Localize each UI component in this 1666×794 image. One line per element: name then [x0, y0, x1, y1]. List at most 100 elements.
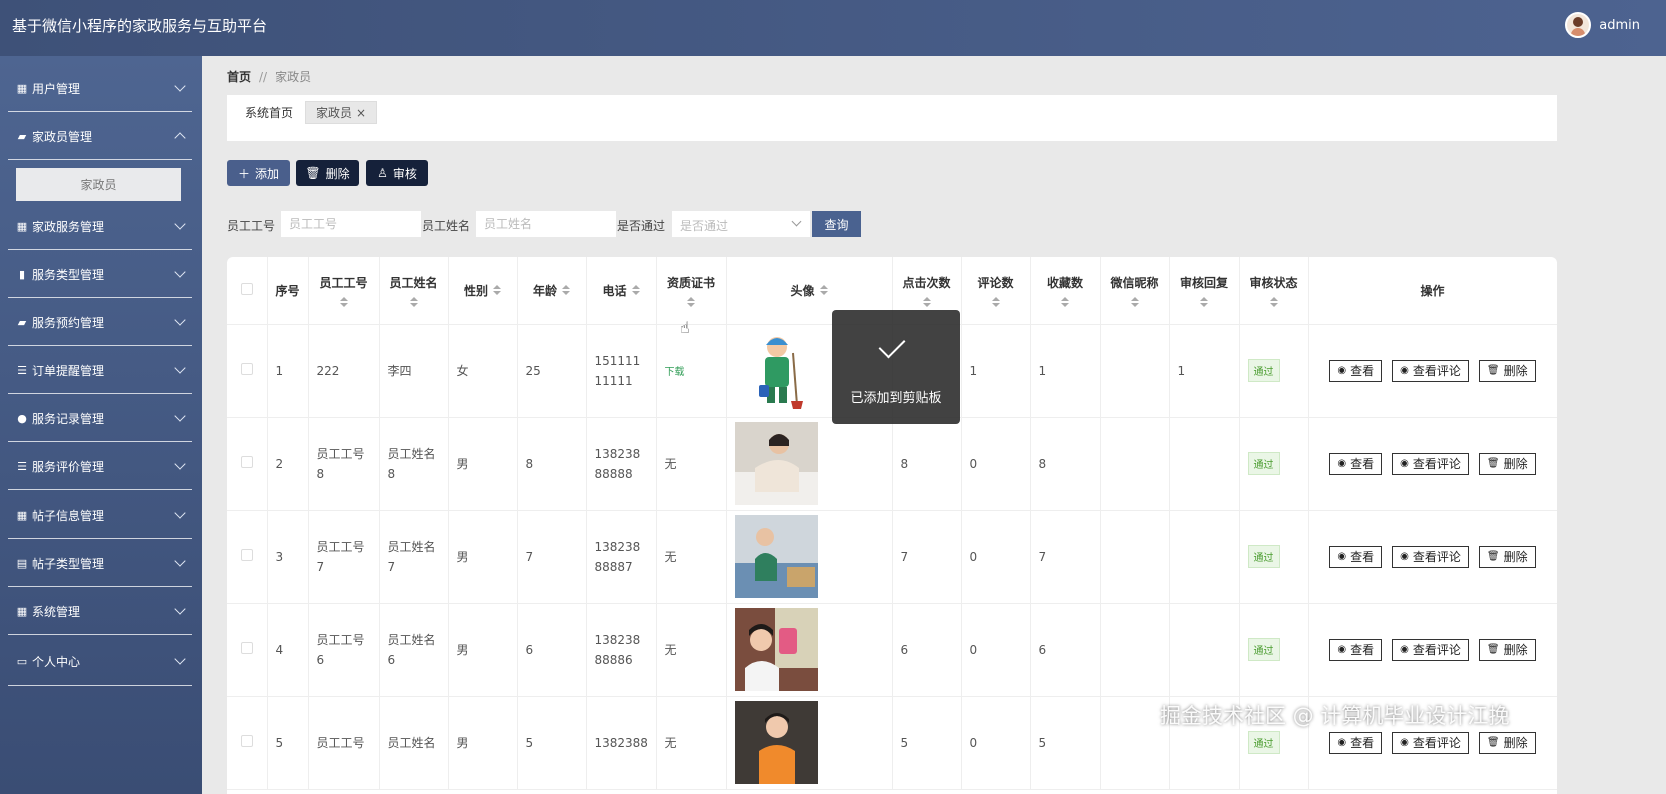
cell-comments: 0 — [961, 417, 1031, 511]
sidebar-item-service-management[interactable]: ▦ 家政服务管理 — [0, 202, 202, 250]
tab-housekeeper[interactable]: 家政员 × — [305, 101, 378, 124]
header-wechat-nick[interactable]: 微信昵称 — [1100, 257, 1170, 325]
sort-icon[interactable] — [1269, 296, 1278, 307]
row-select-cell — [227, 324, 268, 418]
sidebar-item-label: 帖子类型管理 — [32, 556, 105, 571]
view-comments-button[interactable]: ◉ 查看评论 — [1392, 638, 1469, 661]
employee-no-input[interactable] — [281, 211, 421, 237]
audit-button[interactable]: ♙ 审核 — [366, 160, 428, 186]
breadcrumb-home[interactable]: 首页 — [227, 68, 251, 85]
row-checkbox[interactable] — [240, 735, 253, 747]
header-label: 审核回复 — [1179, 275, 1228, 290]
header-favorites[interactable]: 收藏数 — [1030, 257, 1101, 325]
row-checkbox[interactable] — [240, 549, 253, 561]
sort-icon[interactable] — [339, 296, 348, 307]
sort-icon[interactable] — [493, 285, 501, 296]
row-delete-button[interactable]: 🗑 删除 — [1478, 452, 1536, 475]
sidebar-item-post-info-management[interactable]: ▦ 帖子信息管理 — [0, 491, 202, 539]
sort-icon[interactable] — [631, 285, 640, 296]
user-menu[interactable]: admin — [1565, 12, 1640, 38]
sort-icon[interactable] — [1200, 296, 1208, 307]
toast-message: 已添加到剪贴板 — [850, 391, 942, 406]
username[interactable]: admin — [1599, 18, 1640, 33]
sidebar-subitem-housekeeper[interactable]: 家政员 — [16, 168, 181, 201]
row-checkbox[interactable] — [240, 642, 253, 654]
add-button[interactable]: ＋ 添加 — [227, 160, 290, 186]
view-comments-button[interactable]: ◉ 查看评论 — [1392, 452, 1469, 475]
sliders-icon: ☰ — [17, 363, 27, 377]
employee-name-input[interactable] — [476, 211, 616, 237]
avatar-photo[interactable] — [734, 422, 818, 505]
sort-icon[interactable] — [1061, 296, 1069, 307]
delete-button[interactable]: 🗑 删除 — [296, 160, 359, 186]
header-employee-no[interactable]: 员工工号 — [308, 257, 380, 325]
header-phone[interactable]: 电话 — [586, 257, 657, 325]
view-button[interactable]: ◉ 查看 — [1329, 359, 1383, 382]
header-comments[interactable]: 评论数 — [961, 257, 1031, 325]
view-button[interactable]: ◉ 查看 — [1329, 638, 1383, 661]
header-actions: 操作 — [1308, 257, 1557, 325]
row-checkbox[interactable] — [240, 456, 253, 468]
view-comments-button[interactable]: ◉ 查看评论 — [1392, 731, 1469, 754]
chevron-down-icon — [174, 507, 186, 519]
sidebar-item-post-type-management[interactable]: ▤ 帖子类型管理 — [0, 539, 202, 587]
trash-icon: 🗑 — [1486, 551, 1500, 562]
sidebar-item-service-type-management[interactable]: ▮ 服务类型管理 — [0, 250, 202, 298]
avatar-photo[interactable] — [734, 701, 818, 784]
header-audit-reply[interactable]: 审核回复 — [1169, 257, 1240, 325]
cell-favorites: 5 — [1030, 696, 1101, 790]
cell-employee-name: 李四 — [379, 324, 449, 418]
trash-icon: 🗑 — [1486, 644, 1500, 655]
view-comments-button[interactable]: ◉ 查看评论 — [1392, 545, 1469, 568]
row-delete-button[interactable]: 🗑 删除 — [1478, 731, 1536, 754]
header-gender[interactable]: 性别 — [448, 257, 518, 325]
sidebar-item-label: 订单提醒管理 — [32, 363, 105, 378]
tab-home[interactable]: 系统首页 — [235, 101, 303, 124]
row-select-cell — [227, 696, 268, 790]
passed-select[interactable]: 是否通过 — [672, 211, 810, 237]
header-age[interactable]: 年龄 — [517, 257, 587, 325]
sort-icon[interactable] — [1130, 296, 1139, 307]
sidebar-item-label: 家政员管理 — [32, 129, 93, 144]
sidebar-item-booking-management[interactable]: ▰ 服务预约管理 — [0, 298, 202, 346]
view-button[interactable]: ◉ 查看 — [1329, 545, 1383, 568]
sort-icon[interactable] — [922, 296, 931, 307]
sort-icon[interactable] — [409, 296, 418, 307]
header-audit-status[interactable]: 审核状态 — [1239, 257, 1309, 325]
sidebar-item-service-record-management[interactable]: ● 服务记录管理 — [0, 394, 202, 442]
cell-audit-reply — [1169, 603, 1240, 697]
row-checkbox[interactable] — [240, 363, 253, 375]
sort-icon[interactable] — [819, 285, 828, 296]
row-delete-button[interactable]: 🗑 删除 — [1478, 638, 1536, 661]
avatar-photo[interactable] — [734, 608, 818, 691]
sidebar-item-order-reminder-management[interactable]: ☰ 订单提醒管理 — [0, 346, 202, 394]
sort-icon[interactable] — [687, 296, 695, 307]
sort-icon[interactable] — [562, 285, 570, 296]
cell-phone: 1382388 — [586, 696, 657, 790]
cell-certificate: 无 — [656, 417, 727, 511]
avatar[interactable] — [1565, 12, 1592, 38]
sort-icon[interactable] — [991, 296, 1000, 307]
row-delete-button[interactable]: 🗑 删除 — [1478, 359, 1536, 382]
view-comments-button-label: 查看评论 — [1412, 643, 1461, 657]
avatar-photo[interactable] — [734, 515, 818, 598]
header-label: 员工工号 — [319, 275, 368, 290]
select-all-checkbox[interactable] — [240, 282, 253, 295]
view-button[interactable]: ◉ 查看 — [1329, 452, 1383, 475]
sidebar-item-service-review-management[interactable]: ☰ 服务评价管理 — [0, 442, 202, 490]
close-icon[interactable]: × — [356, 106, 366, 120]
view-comments-button[interactable]: ◉ 查看评论 — [1392, 359, 1469, 382]
header-certificate[interactable]: 资质证书 — [656, 257, 727, 325]
query-button[interactable]: 查询 — [812, 211, 861, 237]
sidebar-item-system-management[interactable]: ▦ 系统管理 — [0, 587, 202, 635]
header-employee-name[interactable]: 员工姓名 — [379, 257, 449, 325]
view-button[interactable]: ◉ 查看 — [1329, 731, 1383, 754]
avatar-photo[interactable] — [734, 329, 818, 412]
row-delete-button[interactable]: 🗑 删除 — [1478, 545, 1536, 568]
sidebar-item-housekeeper-management[interactable]: ▰ 家政员管理 — [0, 112, 202, 160]
download-link[interactable]: 下载 — [665, 367, 685, 378]
chevron-down-icon — [174, 555, 186, 567]
sidebar-item-user-management[interactable]: ▦ 用户管理 — [0, 64, 202, 112]
cell-wechat-nick — [1100, 510, 1170, 604]
sidebar-item-personal-center[interactable]: ▭ 个人中心 — [0, 637, 202, 685]
